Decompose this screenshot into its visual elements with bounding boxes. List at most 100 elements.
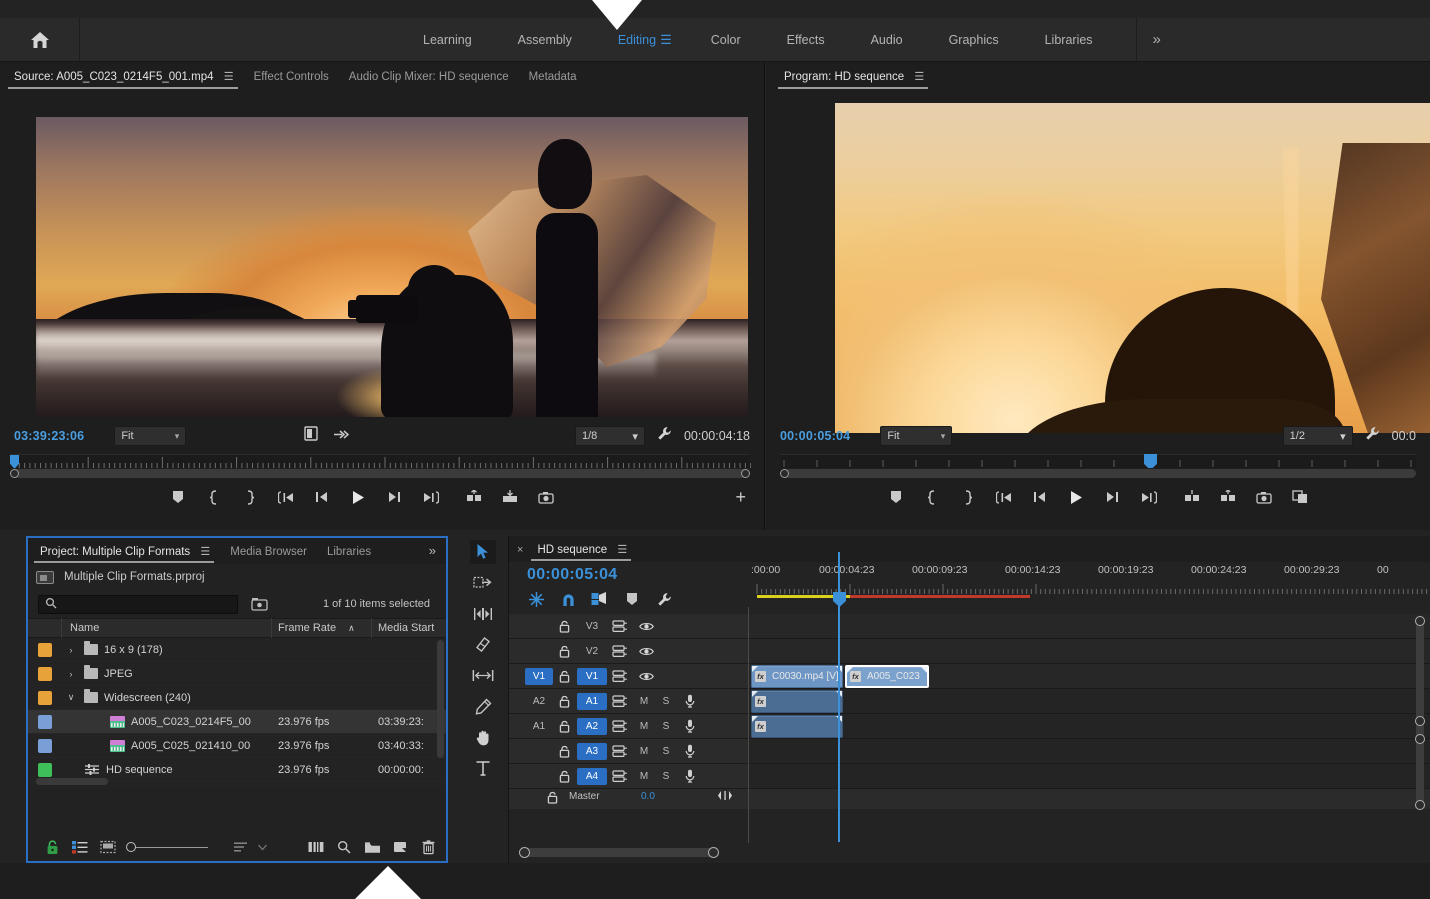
sync-lock-icon[interactable] — [607, 670, 633, 683]
track-solo-button[interactable]: S — [655, 721, 677, 732]
workspace-tab-audio[interactable]: Audio — [848, 18, 926, 62]
project-item-row[interactable]: ∨Widescreen (240) — [28, 686, 446, 710]
tool-pen[interactable] — [462, 691, 504, 722]
lift-icon[interactable] — [1175, 480, 1209, 514]
timeline-clip[interactable]: fxA005_C023 — [845, 665, 929, 688]
sequence-settings-icon[interactable] — [527, 590, 545, 608]
add-marker-icon[interactable] — [161, 480, 195, 514]
disclosure-triangle-icon[interactable]: ∨ — [64, 692, 78, 703]
item-color-swatch[interactable] — [28, 691, 62, 705]
source-current-timecode[interactable]: 03:39:23:06 — [14, 429, 84, 443]
go-to-in-icon[interactable] — [987, 480, 1021, 514]
workspace-tab-graphics[interactable]: Graphics — [926, 18, 1022, 62]
button-editor-icon[interactable]: + — [735, 487, 746, 508]
new-item-icon[interactable] — [386, 836, 414, 858]
disclosure-triangle-icon[interactable]: › — [64, 669, 78, 679]
sync-lock-icon[interactable] — [607, 745, 633, 758]
overwrite-icon[interactable] — [493, 480, 527, 514]
export-frame-camera-icon[interactable] — [529, 480, 563, 514]
track-lock-icon[interactable] — [553, 670, 575, 683]
column-header-swatch[interactable] — [28, 618, 62, 638]
sync-lock-icon[interactable] — [607, 720, 633, 733]
timeline-vscroll-handle-bottom[interactable] — [1415, 800, 1425, 810]
freeform-view-icon[interactable] — [302, 836, 330, 858]
timeline-hscroll-handle-right[interactable] — [708, 847, 719, 858]
list-view-icon[interactable] — [66, 836, 94, 858]
item-color-swatch[interactable] — [28, 715, 62, 729]
timeline-hscroll-handle-left[interactable] — [519, 847, 530, 858]
drag-video-only-icon[interactable] — [334, 427, 350, 445]
program-panel-menu-icon[interactable]: ☰ — [914, 71, 924, 83]
mark-in-icon[interactable] — [915, 480, 949, 514]
track-lane[interactable] — [749, 764, 1430, 788]
column-header-name[interactable]: Name — [62, 618, 272, 638]
sync-lock-icon[interactable] — [607, 770, 633, 783]
workspace-tab-color[interactable]: Color — [688, 18, 764, 62]
workspace-menu-icon[interactable]: ☰ — [660, 18, 688, 62]
new-search-bin-icon[interactable] — [248, 595, 270, 613]
project-item-row[interactable]: ›JPEG — [28, 662, 446, 686]
source-patch-badge[interactable] — [525, 643, 553, 660]
source-zoom-level-select[interactable]: Fit ▾ — [114, 426, 186, 446]
project-panel-menu-icon[interactable]: ☰ — [200, 546, 210, 558]
track-target-badge[interactable]: V1 — [577, 668, 607, 685]
find-icon[interactable] — [330, 836, 358, 858]
track-lane[interactable]: fxC0030.mp4 [V]fxA005_C023 — [749, 664, 1430, 688]
tool-hand[interactable] — [462, 722, 504, 753]
new-bin-icon[interactable] — [358, 836, 386, 858]
track-target-badge[interactable]: V3 — [577, 618, 607, 635]
timeline-vscroll-handle-mid2[interactable] — [1415, 734, 1425, 744]
timeline-time-ruler[interactable]: :00:0000:00:04:2300:00:09:2300:00:14:230… — [749, 562, 1430, 614]
mark-in-icon[interactable] — [197, 480, 231, 514]
comparison-view-icon[interactable] — [1283, 480, 1317, 514]
export-frame-camera-icon[interactable] — [1247, 480, 1281, 514]
icon-view-icon[interactable] — [94, 836, 122, 858]
step-back-icon[interactable] — [1023, 480, 1057, 514]
track-lock-icon[interactable] — [553, 695, 575, 708]
timeline-horizontal-scrollbar[interactable] — [521, 848, 717, 857]
mark-out-icon[interactable] — [951, 480, 985, 514]
workspace-tab-learning[interactable]: Learning — [400, 18, 495, 62]
tab-program-monitor[interactable]: Program: HD sequence ☰ — [778, 70, 938, 90]
timeline-clip[interactable]: fx — [751, 690, 843, 713]
pan-icon[interactable] — [717, 789, 733, 807]
timeline-playhead-timecode[interactable]: 00:00:05:04 — [527, 566, 617, 584]
delete-icon[interactable] — [414, 836, 442, 858]
tab-source-monitor[interactable]: Source: A005_C023_0214F5_001.mp4 ☰ — [8, 70, 248, 90]
tool-selection[interactable] — [462, 536, 504, 567]
mic-icon[interactable] — [677, 694, 703, 708]
step-forward-icon[interactable] — [1095, 480, 1129, 514]
source-panel-menu-icon[interactable]: ☰ — [224, 71, 234, 83]
track-lock-icon[interactable] — [553, 720, 575, 733]
eye-icon[interactable] — [633, 671, 659, 682]
tab-audio-clip-mixer[interactable]: Audio Clip Mixer: HD sequence — [343, 71, 523, 90]
source-zoom-handle-right[interactable] — [741, 469, 750, 478]
tab-effect-controls[interactable]: Effect Controls — [248, 71, 343, 90]
master-track-level[interactable]: 0.0 — [641, 791, 655, 802]
mic-icon[interactable] — [677, 769, 703, 783]
step-forward-icon[interactable] — [377, 480, 411, 514]
program-zoom-scrollbar[interactable] — [780, 469, 1416, 478]
track-target-badge[interactable]: A4 — [577, 768, 607, 785]
tool-type[interactable] — [462, 753, 504, 784]
source-duration-timecode[interactable]: 00:00:04:18 — [684, 429, 750, 443]
program-time-ruler[interactable] — [780, 454, 1416, 468]
eye-icon[interactable] — [633, 621, 659, 632]
track-target-badge[interactable]: A3 — [577, 743, 607, 760]
mark-out-icon[interactable] — [233, 480, 267, 514]
project-tabs-overflow-icon[interactable]: » — [429, 543, 446, 564]
track-mute-button[interactable]: M — [633, 771, 655, 782]
eye-icon[interactable] — [633, 646, 659, 657]
source-zoom-scrollbar[interactable] — [10, 469, 750, 478]
timeline-clip[interactable]: fx — [751, 715, 843, 738]
project-item-row[interactable]: A005_C023_0214F5_0023.976 fps03:39:23: — [28, 710, 446, 734]
source-zoom-handle-left[interactable] — [10, 469, 19, 478]
mic-icon[interactable] — [677, 744, 703, 758]
timeline-clip[interactable]: fxC0030.mp4 [V] — [751, 665, 843, 688]
sync-lock-icon[interactable] — [607, 620, 633, 633]
source-video-preview[interactable] — [36, 117, 748, 417]
track-target-badge[interactable]: V2 — [577, 643, 607, 660]
track-lock-icon[interactable] — [553, 770, 575, 783]
program-duration-timecode[interactable]: 00:0 — [1392, 429, 1416, 443]
tab-metadata[interactable]: Metadata — [523, 71, 591, 90]
